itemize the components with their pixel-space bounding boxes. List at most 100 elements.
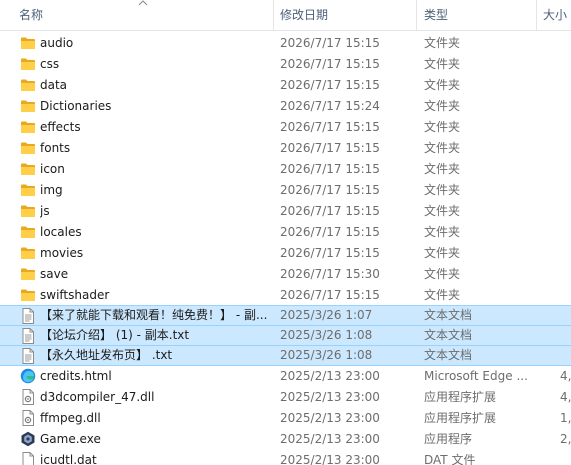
file-type: 文件夹: [424, 246, 461, 260]
file-type: 文本文档: [424, 328, 473, 342]
folder-icon: [20, 183, 36, 197]
dat-file-icon: [20, 452, 36, 465]
column-divider[interactable]: [536, 0, 537, 30]
file-name: ffmpeg.dll: [40, 411, 101, 425]
file-name: audio: [40, 36, 74, 50]
file-explorer: 名称 修改日期 类型 大小 audio 2026/7/17 15:15 文件夹 css…: [0, 0, 571, 465]
file-size: [560, 326, 571, 347]
column-divider[interactable]: [416, 0, 417, 30]
file-row[interactable]: icudtl.dat 2025/2/13 23:00 DAT 文件: [0, 450, 571, 465]
file-date-modified: 2025/2/13 23:00: [280, 390, 380, 404]
file-name: fonts: [40, 141, 71, 155]
folder-icon: [20, 99, 36, 113]
file-size: [560, 33, 571, 54]
file-row[interactable]: swiftshader 2026/7/17 15:15 文件夹: [0, 285, 571, 306]
folder-icon: [20, 141, 36, 155]
file-row[interactable]: credits.html 2025/2/13 23:00 Microsoft Edg…: [0, 366, 571, 387]
file-size: 1,: [560, 411, 571, 425]
text-file-icon: [20, 348, 36, 364]
file-date-modified: 2025/3/26 1:07: [280, 308, 373, 322]
file-row[interactable]: 【论坛介绍】 (1) - 副本.txt 2025/3/26 1:08 文本文档: [0, 325, 571, 346]
dll-file-icon: [20, 389, 36, 405]
column-header-type[interactable]: 类型: [424, 0, 534, 30]
file-row[interactable]: fonts 2026/7/17 15:15 文件夹: [0, 138, 571, 159]
file-date-modified: 2026/7/17 15:15: [280, 120, 380, 134]
column-header-size[interactable]: 大小: [543, 0, 571, 30]
file-size: [560, 222, 571, 243]
column-header-name[interactable]: 名称: [19, 0, 269, 30]
file-row[interactable]: 【永久地址发布页】 .txt 2025/3/26 1:08 文本文档: [0, 345, 571, 366]
file-date-modified: 2026/7/17 15:15: [280, 225, 380, 239]
column-header-bar: 名称 修改日期 类型 大小: [0, 0, 571, 31]
file-row[interactable]: effects 2026/7/17 15:15 文件夹: [0, 117, 571, 138]
file-size: [560, 346, 571, 367]
file-date-modified: 2026/7/17 15:15: [280, 162, 380, 176]
file-size: [560, 138, 571, 159]
file-size: [560, 264, 571, 285]
text-file-icon: [20, 328, 36, 344]
file-row[interactable]: movies 2026/7/17 15:15 文件夹: [0, 243, 571, 264]
file-type: 文件夹: [424, 57, 461, 71]
dll-file-icon: [20, 410, 36, 426]
file-name: save: [40, 267, 69, 281]
file-size: [560, 243, 571, 264]
folder-icon: [20, 204, 36, 218]
column-header-date[interactable]: 修改日期: [280, 0, 410, 30]
file-size: 4,: [560, 390, 571, 404]
file-name: icon: [40, 162, 65, 176]
file-row[interactable]: 【来了就能下载和观看！纯免费！】 - 副... 2025/3/26 1:07 文本文…: [0, 305, 571, 326]
file-date-modified: 2026/7/17 15:15: [280, 78, 380, 92]
file-size: [560, 159, 571, 180]
file-row[interactable]: data 2026/7/17 15:15 文件夹: [0, 75, 571, 96]
file-row[interactable]: ffmpeg.dll 2025/2/13 23:00 应用程序扩展 1,: [0, 408, 571, 429]
file-size: [560, 75, 571, 96]
file-date-modified: 2025/2/13 23:00: [280, 411, 380, 425]
file-type: 应用程序: [424, 432, 473, 446]
folder-icon: [20, 225, 36, 239]
file-type: 应用程序扩展: [424, 390, 497, 404]
file-date-modified: 2026/7/17 15:15: [280, 36, 380, 50]
file-row[interactable]: js 2026/7/17 15:15 文件夹: [0, 201, 571, 222]
file-date-modified: 2026/7/17 15:15: [280, 141, 380, 155]
file-name: icudtl.dat: [40, 453, 97, 465]
file-type: 文件夹: [424, 267, 461, 281]
file-date-modified: 2025/3/26 1:08: [280, 328, 373, 342]
file-size: [560, 54, 571, 75]
file-row[interactable]: img 2026/7/17 15:15 文件夹: [0, 180, 571, 201]
file-date-modified: 2026/7/17 15:24: [280, 99, 380, 113]
file-size: [560, 201, 571, 222]
folder-icon: [20, 267, 36, 281]
folder-icon: [20, 288, 36, 302]
file-date-modified: 2025/3/26 1:08: [280, 348, 373, 362]
file-row[interactable]: locales 2026/7/17 15:15 文件夹: [0, 222, 571, 243]
file-date-modified: 2026/7/17 15:15: [280, 183, 380, 197]
file-type: 文件夹: [424, 162, 461, 176]
file-row[interactable]: save 2026/7/17 15:30 文件夹: [0, 264, 571, 285]
file-size: [560, 180, 571, 201]
column-divider[interactable]: [273, 0, 274, 30]
folder-icon: [20, 78, 36, 92]
file-name: locales: [40, 225, 82, 239]
file-row[interactable]: audio 2026/7/17 15:15 文件夹: [0, 33, 571, 54]
file-date-modified: 2026/7/17 15:15: [280, 57, 380, 71]
game-exe-icon: [20, 431, 36, 447]
file-type: 应用程序扩展: [424, 411, 497, 425]
file-row[interactable]: d3dcompiler_47.dll 2025/2/13 23:00 应用程序扩展 4…: [0, 387, 571, 408]
file-name: Game.exe: [40, 432, 101, 446]
file-type: 文件夹: [424, 141, 461, 155]
file-size: [560, 117, 571, 138]
file-type: 文件夹: [424, 99, 461, 113]
folder-icon: [20, 36, 36, 50]
file-name: css: [40, 57, 60, 71]
file-date-modified: 2026/7/17 15:15: [280, 204, 380, 218]
file-date-modified: 2026/7/17 15:15: [280, 246, 380, 260]
file-type: DAT 文件: [424, 453, 476, 465]
file-name: swiftshader: [40, 288, 110, 302]
file-type: 文本文档: [424, 348, 473, 362]
file-row[interactable]: css 2026/7/17 15:15 文件夹: [0, 54, 571, 75]
file-row[interactable]: Dictionaries 2026/7/17 15:24 文件夹: [0, 96, 571, 117]
file-row[interactable]: Game.exe 2025/2/13 23:00 应用程序 2,: [0, 429, 571, 450]
file-name: credits.html: [40, 369, 112, 383]
folder-icon: [20, 120, 36, 134]
file-row[interactable]: icon 2026/7/17 15:15 文件夹: [0, 159, 571, 180]
